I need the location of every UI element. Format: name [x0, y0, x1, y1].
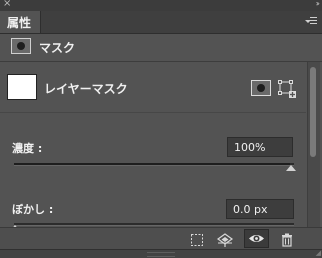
properties-panel: × ›› 属性 マスク レイヤーマスク 濃度 : 100% ぼかし: 0.0 …: [0, 0, 322, 258]
density-input[interactable]: 100%: [227, 137, 293, 157]
apply-mask-icon: [216, 233, 234, 247]
density-slider-fill: [14, 163, 290, 165]
tab-bar: 属性: [0, 11, 322, 34]
select-pixel-mask-button[interactable]: [251, 80, 271, 96]
layer-mask-label: レイヤーマスク: [44, 82, 128, 96]
page-title: マスク: [39, 41, 76, 55]
resize-grip-handle[interactable]: [147, 252, 175, 257]
feather-slider-track[interactable]: [14, 223, 294, 226]
layer-mask-thumbnail: [7, 74, 37, 100]
section-divider: [0, 112, 306, 113]
trash-icon: [282, 233, 292, 247]
panel-menu-icon[interactable]: [305, 17, 317, 27]
scrollbar-thumb[interactable]: [310, 67, 316, 157]
density-label: 濃度 :: [12, 142, 43, 155]
header-divider: [0, 61, 322, 62]
panel-top-strip: × ››: [0, 0, 322, 11]
feather-input[interactable]: 0.0 px: [226, 199, 294, 219]
density-slider-thumb[interactable]: [286, 165, 296, 171]
pixel-mask-icon: [11, 38, 31, 54]
bottom-toolbar: [0, 227, 322, 250]
apply-mask-button[interactable]: [216, 232, 234, 247]
tab-properties[interactable]: 属性: [0, 11, 41, 33]
visibility-eye-icon: [249, 235, 264, 242]
collapse-icon[interactable]: ››: [316, 0, 321, 10]
add-vector-mask-button[interactable]: [277, 79, 297, 99]
vector-mask-icon: [278, 80, 296, 98]
load-selection-button[interactable]: [189, 232, 205, 246]
pixel-mask-icon: [257, 84, 265, 92]
tab-properties-label: 属性: [7, 16, 32, 30]
close-icon[interactable]: ×: [3, 0, 11, 10]
properties-header: マスク: [0, 34, 322, 62]
feather-label: ぼかし :: [12, 203, 54, 216]
delete-mask-button[interactable]: [279, 232, 295, 247]
corner-resize-icon[interactable]: ◢: [316, 250, 321, 257]
visibility-toggle-button[interactable]: [244, 229, 269, 248]
load-selection-icon: [191, 234, 203, 246]
